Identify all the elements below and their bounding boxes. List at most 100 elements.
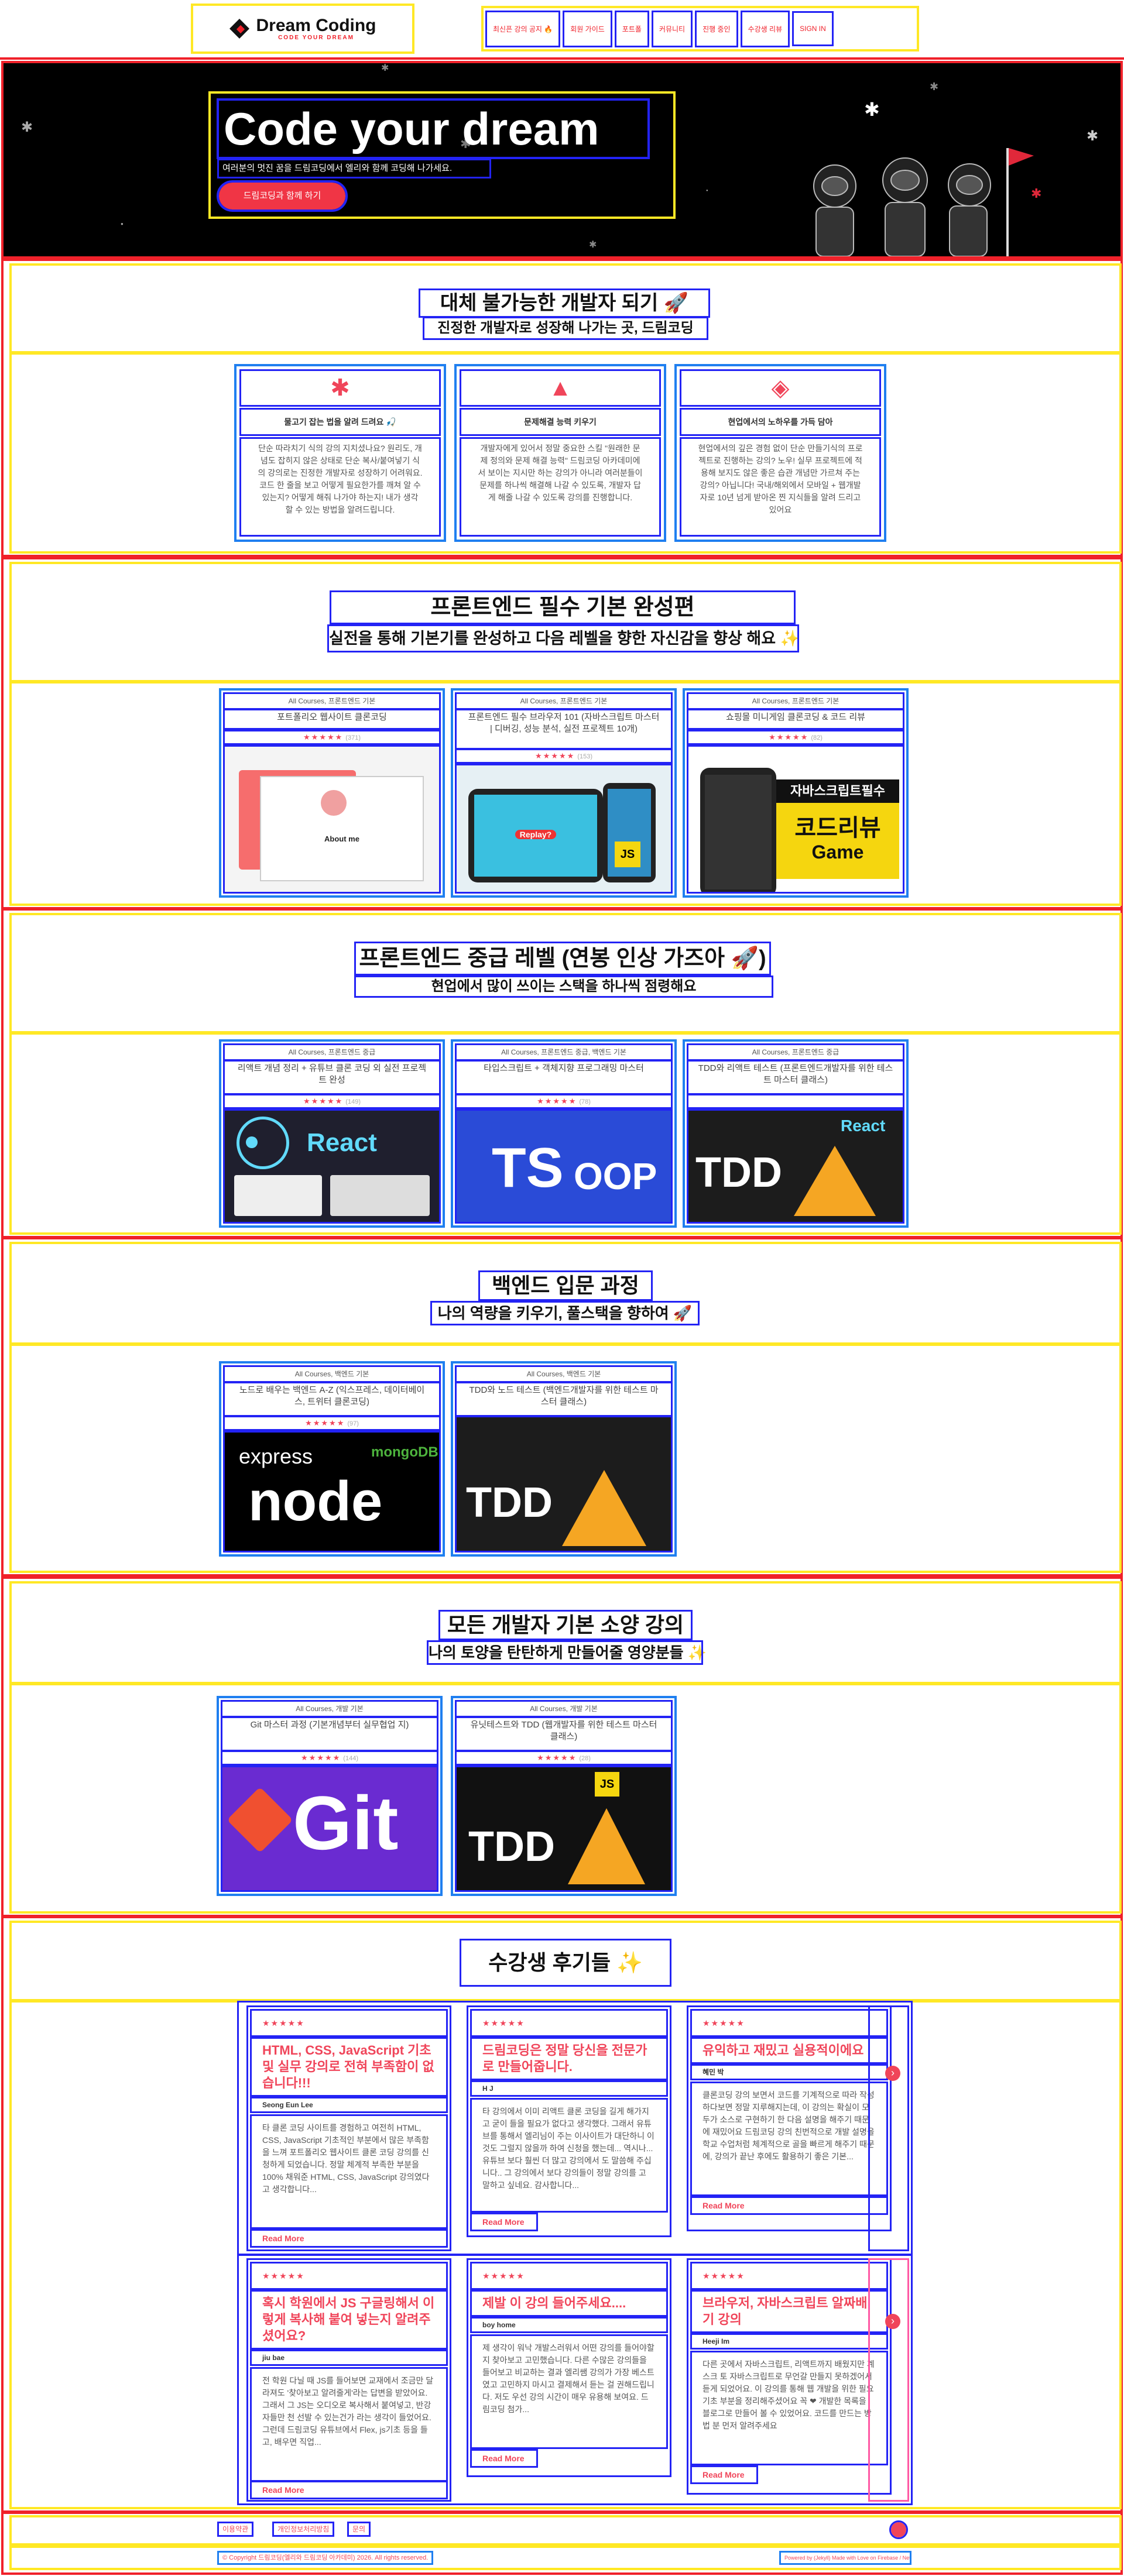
hero-cta-button[interactable]: 드림코딩과 함께 하기 (217, 180, 348, 212)
frontend-basic-title: 프론트엔드 필수 기본 완성편 (330, 590, 796, 624)
site-footer: 이용약관 개인정보처리방침 문의 © Copyright 드림코딩(엘리와 드림… (1, 2512, 1123, 2575)
powered-by-text: Powered by (Jekyll) Made with Love on Fi… (779, 2551, 911, 2565)
review-body: 다른 곳에서 자바스크립트, 리액트까지 배웠지만 계 스크 토 자바스크립트로… (690, 2351, 888, 2465)
feature-desc: 개발자에게 있어서 정말 중요한 스킬 "원래한 문제 정의와 문제 해결 능력… (460, 437, 661, 537)
read-more-link[interactable]: Read More (250, 2481, 448, 2499)
review-rating: ★★★★★ (250, 2262, 448, 2290)
star-icon: ✱ (381, 63, 389, 73)
frontend-intermediate-courses: All Courses, 프론트엔드 중급 리액트 개념 정리 + 유튜브 클론… (9, 1032, 1122, 1235)
reviews-carousel: ★★★★★ HTML, CSS, JavaScript 기초 및 실무 강의로 … (9, 2000, 1122, 2509)
brand-logo[interactable]: Dream Coding CODE YOUR DREAM (191, 4, 414, 54)
course-category: All Courses, 개발 기본 (455, 1700, 673, 1718)
course-card[interactable]: All Courses, 프론트엔드 기본 쇼핑몰 미니게임 클론코딩 & 코드… (683, 688, 909, 898)
read-more-link[interactable]: Read More (470, 2213, 538, 2231)
feature-card: ▲ 문제해결 능력 키우기 개발자에게 있어서 정말 중요한 스킬 "원래한 문… (454, 364, 666, 542)
course-title[interactable]: TDD와 노드 테스트 (백엔드개발자를 위한 테스트 마스터 클래스) (455, 1382, 673, 1417)
course-title[interactable]: 유닛테스트와 TDD (웹개발자를 위한 테스트 마스터 클래스) (455, 1716, 673, 1751)
course-title[interactable]: TDD와 리액트 테스트 (프론트엔드개발자를 위한 테스트 마스터 클래스) (687, 1060, 904, 1095)
course-title[interactable]: 포트폴리오 웹사이트 클론코딩 (223, 709, 441, 730)
course-card[interactable]: All Courses, 프론트엔드 중급 리액트 개념 정리 + 유튜브 클론… (219, 1039, 445, 1228)
nav-link-guide[interactable]: 회원 가이드 (563, 10, 612, 47)
nav-link-inprogress[interactable]: 진행 중인 (695, 10, 738, 47)
essentials-header: 모든 개발자 기본 소양 강의 나의 토양을 탄탄하게 만들어줄 영양분들 ✨ (9, 1581, 1122, 1684)
review-body: 타 강의에서 이미 리액트 클론 코딩을 길게 해가지고 굳이 들을 필요가 없… (470, 2098, 668, 2213)
course-thumbnail: About me (223, 745, 441, 894)
feature-desc: 현업에서의 깊은 경험 없이 단순 만들기식의 프로젝트로 진행하는 강의? 노… (680, 437, 881, 537)
intro-subtitle: 진정한 개발자로 성장해 나가는 곳, 드림코딩 (423, 317, 708, 340)
course-title[interactable]: 노드로 배우는 백엔드 A-Z (익스프레스, 데이터베이스, 트위터 클론코딩… (223, 1382, 441, 1417)
copyright-text: © Copyright 드림코딩(엘리와 드림코딩 아카데미) 2026. Al… (217, 2551, 434, 2565)
read-more-link[interactable]: Read More (690, 2196, 888, 2215)
review-rating: ★★★★★ (690, 2262, 888, 2290)
essentials-courses: All Courses, 개발 기본 Git 마스터 과정 (기본개념부터 실무… (9, 1683, 1122, 1914)
course-category: All Courses, 프론트엔드 중급, 백엔드 기본 (455, 1043, 673, 1061)
scroll-top-icon[interactable] (889, 2520, 908, 2539)
review-card: ★★★★★ HTML, CSS, JavaScript 기초 및 실무 강의로 … (246, 2005, 451, 2251)
review-body: 제 생각이 워낙 개발스러워서 어떤 강의를 들어야할지 찾아보고 고민했습니다… (470, 2334, 668, 2449)
review-body: 타 클론 코딩 사이트를 경험하고 여전히 HTML, CSS, JavaScr… (250, 2114, 448, 2229)
course-category: All Courses, 프론트엔드 기본 (455, 692, 673, 710)
read-more-link[interactable]: Read More (250, 2229, 448, 2248)
intro-section: 대체 불가능한 개발자 되기 🚀 진정한 개발자로 성장해 나가는 곳, 드림코… (1, 259, 1123, 557)
star-icon: ✱ (589, 240, 597, 250)
course-card[interactable]: All Courses, 프론트엔드 기본 프론트엔드 필수 브라우저 101 … (451, 688, 677, 898)
hero-banner: ✱ ✱ ✱ ✱ ✱ ✱ ✱ ● ● Code your dream 여러분의 멋… (1, 61, 1123, 259)
nav-link-community[interactable]: 커뮤니티 (651, 10, 693, 47)
course-thumbnail: TDD (455, 1416, 673, 1553)
review-body: 클론코딩 강의 보면서 코드를 기계적으로 따라 작성하다보면 정말 지루해지는… (690, 2082, 888, 2196)
course-thumbnail: Replay? JS (455, 764, 673, 894)
course-card[interactable]: All Courses, 프론트엔드 기본 포트폴리오 웹사이트 클론코딩 ★★… (219, 688, 445, 898)
nav-link-reviews[interactable]: 수강생 리뷰 (740, 10, 790, 47)
footer-link-privacy[interactable]: 개인정보처리방침 (272, 2522, 335, 2537)
course-title[interactable]: 쇼핑몰 미니게임 클론코딩 & 코드 리뷰 (687, 709, 904, 730)
reviews-title: 수강생 후기들 ✨ (460, 1939, 671, 1987)
course-category: All Courses, 프론트엔드 중급 (223, 1043, 441, 1061)
course-card[interactable]: All Courses, 백엔드 기본 TDD와 노드 테스트 (백엔드개발자를… (451, 1361, 677, 1557)
feature-title: 물고기 잡는 법을 알려 드려요 🎣 (239, 408, 441, 436)
nav-link-portfolio[interactable]: 포트폴 (614, 10, 649, 47)
course-rating: ★★★★★ (28) (455, 1750, 673, 1766)
main-nav: 최신픈 강의 공지 🔥 회원 가이드 포트폴 커뮤니티 진행 중인 수강생 리뷰… (481, 6, 919, 51)
hero-content: Code your dream 여러분의 멋진 꿈을 드림코딩에서 엘리와 함께… (208, 91, 676, 219)
course-category: All Courses, 개발 기본 (221, 1700, 438, 1718)
intro-header: 대체 불가능한 개발자 되기 🚀 진정한 개발자로 성장해 나가는 곳, 드림코… (9, 263, 1122, 353)
frontend-intermediate-subtitle: 현업에서 많이 쓰이는 스택을 하나씩 점령해요 (354, 976, 773, 998)
course-card[interactable]: All Courses, 프론트엔드 중급, 백엔드 기본 타입스크립트 + 객… (451, 1039, 677, 1228)
course-title[interactable]: 리액트 개념 정리 + 유튜브 클론 코딩 외 실전 프로젝트 완성 (223, 1060, 441, 1095)
review-card: ★★★★★ 브라우저, 자바스크립트 알짜배기 강의 Heeji Im 다른 곳… (687, 2258, 892, 2495)
nav-link-notice[interactable]: 최신픈 강의 공지 🔥 (485, 10, 561, 47)
nav-link-signin[interactable]: SIGN IN (792, 11, 834, 46)
course-title[interactable]: 타입스크립트 + 객체지향 프로그래밍 마스터 (455, 1060, 673, 1095)
read-more-link[interactable]: Read More (470, 2449, 538, 2468)
backend-courses: All Courses, 백엔드 기본 노드로 배우는 백엔드 A-Z (익스프… (9, 1344, 1122, 1573)
course-thumbnail: express mongoDB node (223, 1431, 441, 1553)
course-card[interactable]: All Courses, 백엔드 기본 노드로 배우는 백엔드 A-Z (익스프… (219, 1361, 445, 1557)
star-icon: ✱ (930, 81, 939, 92)
feature-card: ◈ 현업에서의 노하우를 가득 담아 현업에서의 깊은 경험 없이 단순 만들기… (674, 364, 886, 542)
course-thumbnail: React (223, 1109, 441, 1224)
essentials-section: 모든 개발자 기본 소양 강의 나의 토양을 탄탄하게 만들어줄 영양분들 ✨ … (1, 1576, 1123, 1917)
backend-title: 백엔드 입문 과정 (478, 1270, 653, 1301)
footer-link-contact[interactable]: 문의 (347, 2522, 371, 2537)
course-card[interactable]: All Courses, 프론트엔드 중급 TDD와 리액트 테스트 (프론트엔… (683, 1039, 909, 1228)
star-icon: ✱ (864, 99, 880, 120)
carousel-next-icon[interactable]: › (885, 2314, 900, 2329)
course-card[interactable]: All Courses, 개발 기본 Git 마스터 과정 (기본개념부터 실무… (217, 1696, 443, 1896)
course-category: All Courses, 백엔드 기본 (455, 1365, 673, 1383)
course-thumbnail: 자바스크립트필수 코드리뷰 Game (687, 745, 904, 894)
course-thumbnail: TDD React (687, 1109, 904, 1224)
site-header: Dream Coding CODE YOUR DREAM 최신픈 강의 공지 🔥… (0, 0, 1124, 60)
review-author: jiu bae (250, 2350, 448, 2366)
reviews-header: 수강생 후기들 ✨ (9, 1921, 1122, 2001)
course-card[interactable]: All Courses, 개발 기본 유닛테스트와 TDD (웹개발자를 위한 … (451, 1696, 677, 1896)
course-title[interactable]: Git 마스터 과정 (기본개념부터 실무협업 지) (221, 1716, 438, 1751)
review-title: 유익하고 재밌고 실용적이에요 (690, 2037, 888, 2064)
course-thumbnail: TS OOP (455, 1109, 673, 1224)
course-category: All Courses, 프론트엔드 기본 (223, 692, 441, 710)
asterisk-icon: ✱ (239, 369, 441, 407)
carousel-next-icon[interactable]: › (885, 2066, 900, 2081)
read-more-link[interactable]: Read More (690, 2465, 758, 2484)
course-title[interactable]: 프론트엔드 필수 브라우저 101 (자바스크립트 마스터 | 디버깅, 성능 … (455, 709, 673, 750)
footer-link-terms[interactable]: 이용약관 (217, 2522, 254, 2537)
course-rating: ★★★★★ (144) (221, 1750, 438, 1766)
